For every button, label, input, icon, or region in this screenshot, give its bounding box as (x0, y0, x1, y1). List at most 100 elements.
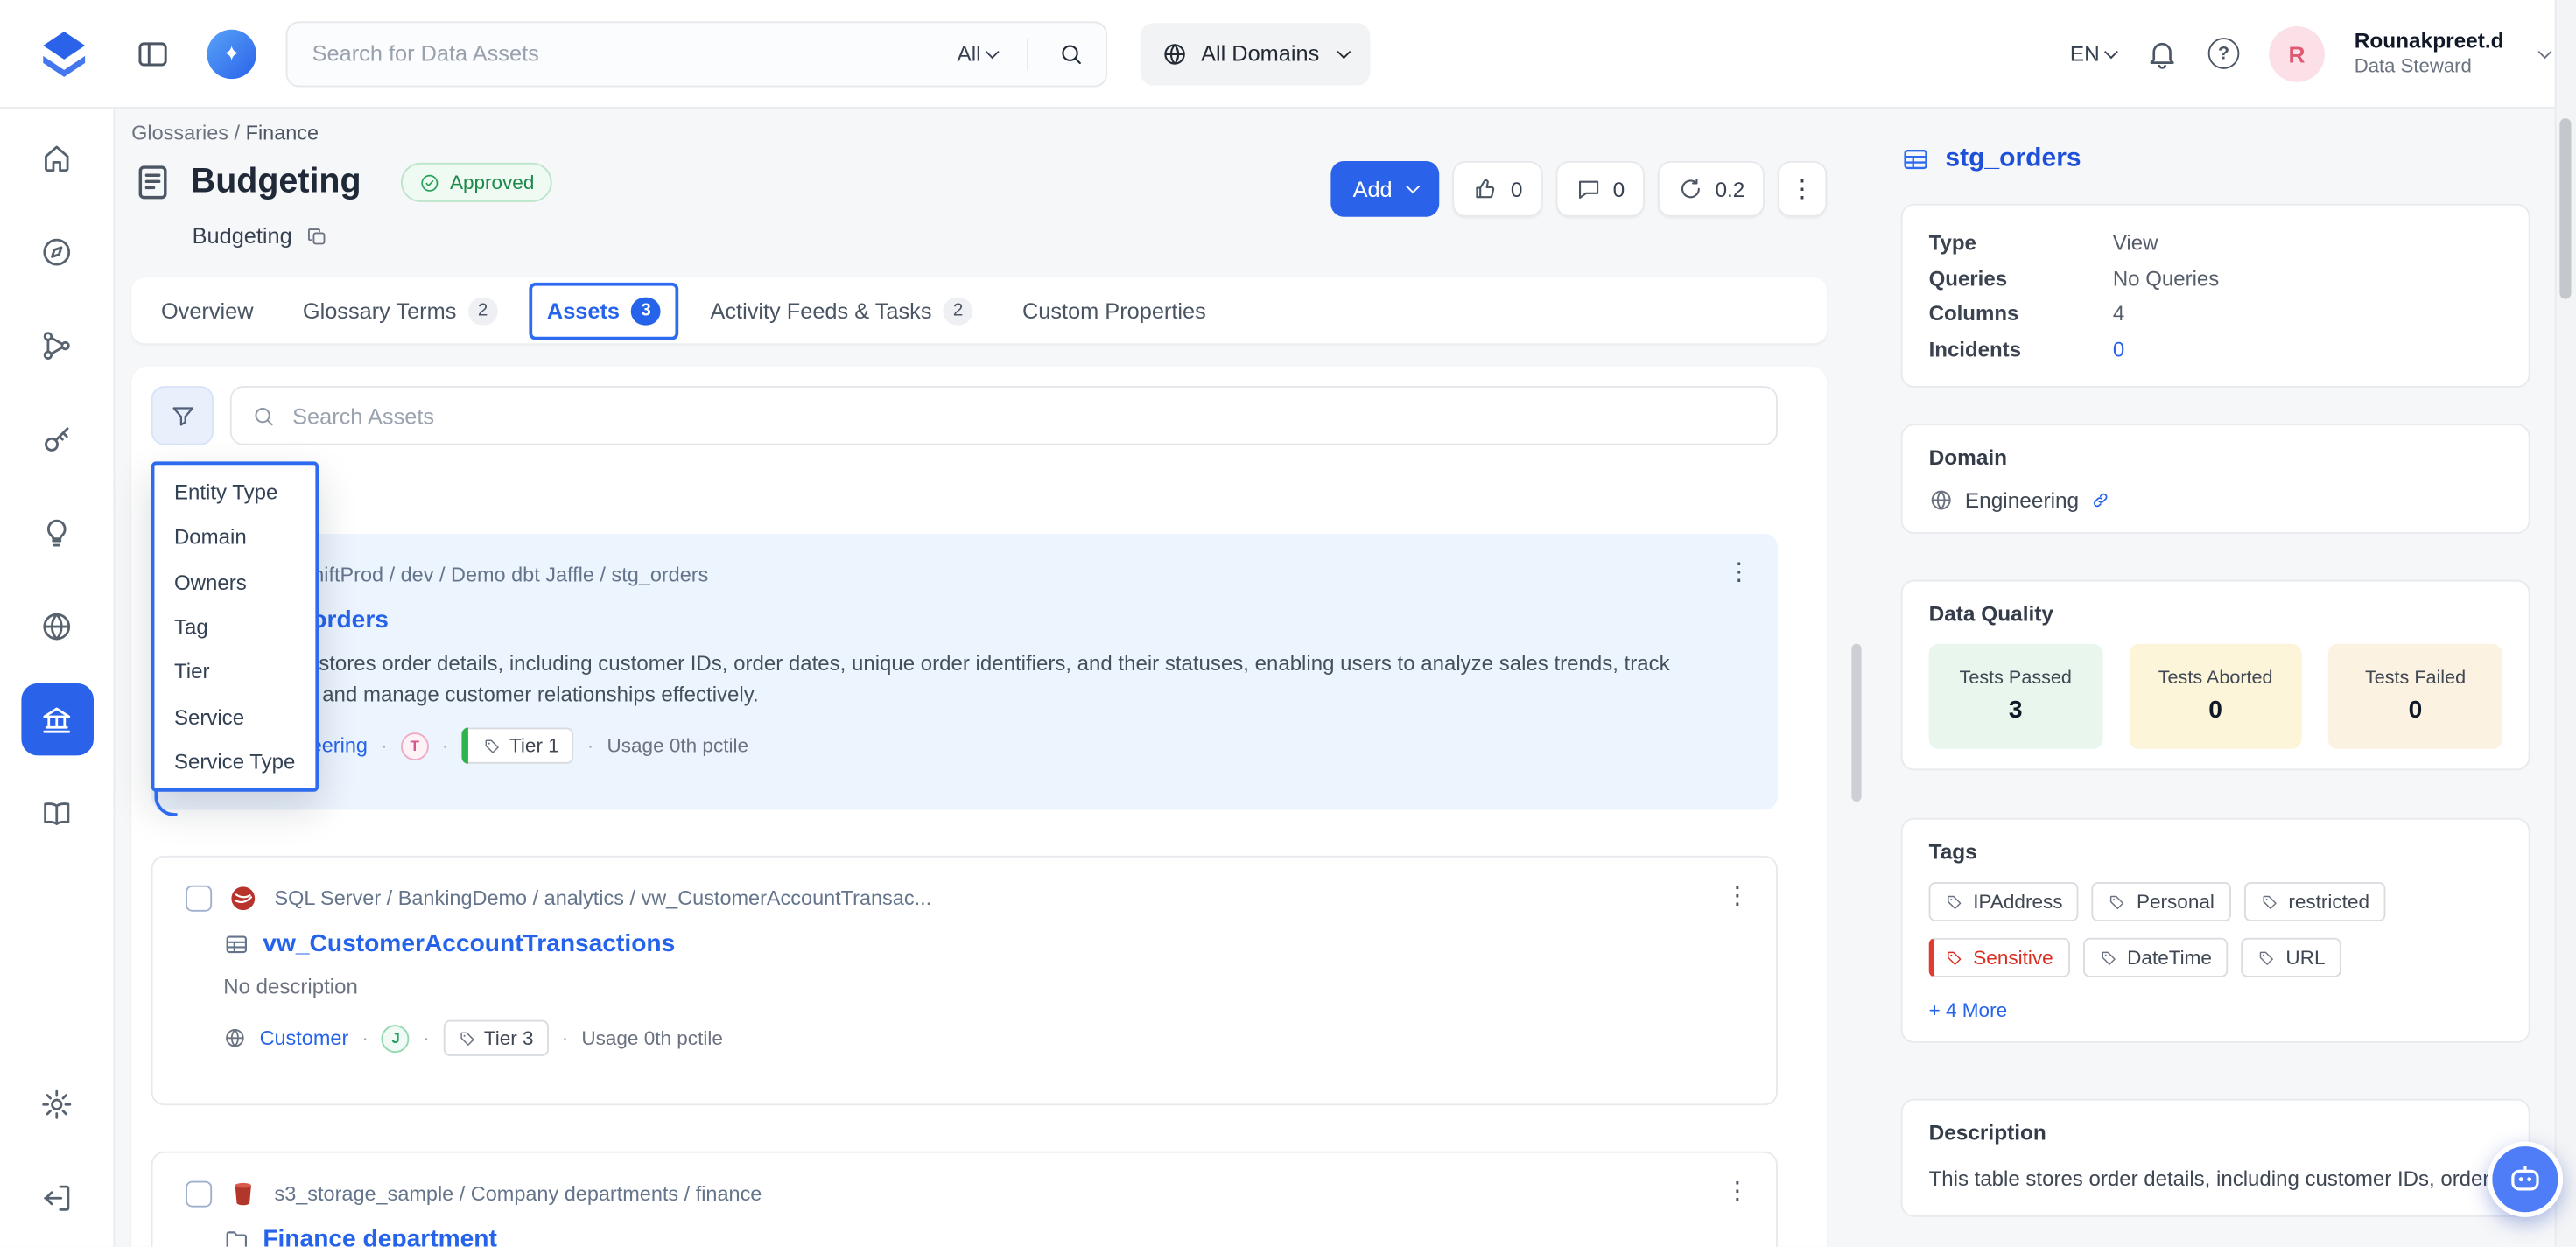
score-button[interactable]: 0.2 (1658, 161, 1765, 217)
filter-button[interactable] (151, 386, 214, 445)
tests-passed-box[interactable]: Tests Passed 3 (1929, 644, 2102, 749)
asset-title-link[interactable]: vw_CustomerAccountTransactions (223, 929, 1743, 957)
upvote-button[interactable]: 0 (1453, 161, 1542, 217)
assets-search-input[interactable] (289, 402, 1756, 430)
tab-glossary-terms[interactable]: Glossary Terms 2 (303, 297, 498, 325)
tab-custom-properties[interactable]: Custom Properties (1022, 298, 1206, 323)
sidebar-item-domains[interactable] (20, 590, 93, 662)
owner-avatar[interactable]: J (382, 1025, 410, 1053)
sidebar-item-logout[interactable] (20, 1161, 93, 1234)
sidebar-item-lineage[interactable] (20, 309, 93, 382)
breadcrumb-glossaries[interactable]: Glossaries (131, 122, 228, 144)
data-quality-section-label: Data Quality (1929, 601, 2502, 626)
all-domains-dropdown[interactable]: All Domains (1141, 22, 1371, 84)
owner-avatar[interactable]: T (401, 732, 429, 760)
notifications-bell-icon[interactable] (2145, 37, 2179, 70)
global-search-bar[interactable]: All (286, 20, 1108, 86)
dot-separator (361, 1026, 369, 1049)
dot-separator (381, 735, 388, 758)
filter-menu-item[interactable]: Tag (154, 605, 315, 649)
tag-pill[interactable]: IPAddress (1929, 882, 2080, 921)
sidebar-item-glossary[interactable] (20, 777, 93, 850)
asset-more-button[interactable]: ⋮ (1725, 880, 1750, 910)
filter-menu-item[interactable]: Tier (154, 649, 315, 694)
sidebar-item-governance[interactable] (20, 683, 93, 756)
tests-aborted-box[interactable]: Tests Aborted 0 (2129, 644, 2302, 749)
filter-menu-item[interactable]: Domain (154, 515, 315, 559)
tag-pill[interactable]: restricted (2244, 882, 2386, 921)
asset-more-button[interactable]: ⋮ (1727, 557, 1751, 586)
detail-row-columns: Columns 4 (1929, 296, 2502, 331)
tab-overview[interactable]: Overview (161, 298, 254, 323)
tag-pill[interactable]: URL (2242, 938, 2342, 977)
user-info[interactable]: Rounakpreet.d Data Steward (2355, 28, 2504, 79)
chevron-down-icon[interactable] (2538, 44, 2552, 58)
sidebar-collapse-icon[interactable] (135, 35, 171, 71)
help-icon[interactable]: ? (2208, 38, 2240, 69)
page-subtitle: Budgeting (193, 223, 292, 248)
filter-menu-item[interactable]: Owners (154, 559, 315, 604)
asset-path: redshiftProd / dev / Demo dbt Jaffle / s… (273, 564, 709, 586)
all-domains-label: All Domains (1201, 41, 1319, 66)
tag-pill[interactable]: DateTime (2082, 938, 2228, 977)
sql-server-source-icon (228, 884, 258, 914)
detail-row-incidents: Incidents 0 (1929, 331, 2502, 366)
sidebar-item-explore[interactable] (20, 215, 93, 288)
tag-pill[interactable]: Personal (2092, 882, 2230, 921)
filter-menu-item[interactable]: Service (154, 694, 315, 739)
chat-assistant-fab[interactable] (2488, 1142, 2563, 1217)
ai-assistant-button[interactable]: ✦ (207, 29, 256, 78)
comments-count: 0 (1613, 177, 1625, 201)
more-actions-button[interactable]: ⋮ (1778, 161, 1827, 217)
language-selector[interactable]: EN (2070, 41, 2116, 66)
filter-menu-item[interactable]: Service Type (154, 739, 315, 784)
asset-no-description: No description (223, 970, 1735, 1002)
chevron-down-icon (986, 44, 1000, 58)
app-logo-icon[interactable] (36, 25, 92, 81)
incidents-link[interactable]: 0 (2113, 331, 2124, 366)
tests-failed-box[interactable]: Tests Failed 0 (2328, 644, 2502, 749)
tags-more-link[interactable]: + 4 More (1929, 998, 2502, 1021)
details-title-link[interactable]: stg_orders (1945, 144, 2081, 174)
domain-value[interactable]: Engineering (1965, 487, 2079, 512)
asset-card-finance-department[interactable]: s3_storage_sample / Company departments … (151, 1152, 1778, 1247)
assets-search-bar[interactable] (230, 386, 1778, 445)
breadcrumb-current[interactable]: Finance (246, 122, 319, 144)
sidebar-item-settings[interactable] (20, 1068, 93, 1140)
tab-activity-feeds[interactable]: Activity Feeds & Tasks 2 (710, 297, 972, 325)
page-scrollbar-thumb[interactable] (2559, 118, 2571, 298)
sidebar-item-home[interactable] (20, 122, 93, 194)
asset-card-vw-customer[interactable]: SQL Server / BankingDemo / analytics / v… (151, 856, 1778, 1105)
asset-domain-link[interactable]: Customer (260, 1026, 349, 1049)
tier-badge[interactable]: Tier 3 (443, 1020, 549, 1056)
global-search-input[interactable] (309, 39, 944, 67)
tab-assets[interactable]: Assets 3 (547, 297, 661, 325)
dot-separator (561, 1026, 568, 1049)
asset-title-link[interactable]: stg_orders (221, 606, 1744, 634)
sidebar-item-insights[interactable] (20, 496, 93, 569)
sidebar-item-access[interactable] (20, 403, 93, 475)
asset-card-stg-orders[interactable]: redshiftProd / dev / Demo dbt Jaffle / s… (151, 534, 1778, 809)
assets-panel: redshiftProd / dev / Demo dbt Jaffle / s… (131, 367, 1827, 1247)
content-scrollbar-thumb[interactable] (1851, 644, 1861, 802)
page-scrollbar[interactable] (2555, 0, 2576, 1247)
status-badge[interactable]: Approved (401, 163, 552, 202)
add-button[interactable]: Add (1331, 161, 1440, 217)
description-text: This table stores order details, includi… (1929, 1163, 2502, 1195)
tag-icon (2109, 893, 2127, 911)
search-icon[interactable] (1058, 40, 1084, 67)
comments-button[interactable]: 0 (1555, 161, 1645, 217)
asset-title-link[interactable]: Finance department (223, 1225, 1743, 1246)
link-icon[interactable] (2090, 489, 2111, 510)
asset-checkbox[interactable] (186, 886, 212, 912)
copy-icon[interactable] (305, 224, 328, 247)
search-icon (251, 403, 276, 428)
tag-pill[interactable]: Sensitive (1929, 938, 2070, 977)
tier-badge[interactable]: Tier 1 (462, 728, 574, 764)
globe-icon (223, 1026, 246, 1049)
search-scope-dropdown[interactable]: All (957, 41, 997, 66)
user-avatar[interactable]: R (2269, 25, 2325, 81)
asset-more-button[interactable]: ⋮ (1725, 1176, 1750, 1206)
filter-menu-item[interactable]: Entity Type (154, 470, 315, 515)
asset-checkbox[interactable] (186, 1181, 212, 1208)
